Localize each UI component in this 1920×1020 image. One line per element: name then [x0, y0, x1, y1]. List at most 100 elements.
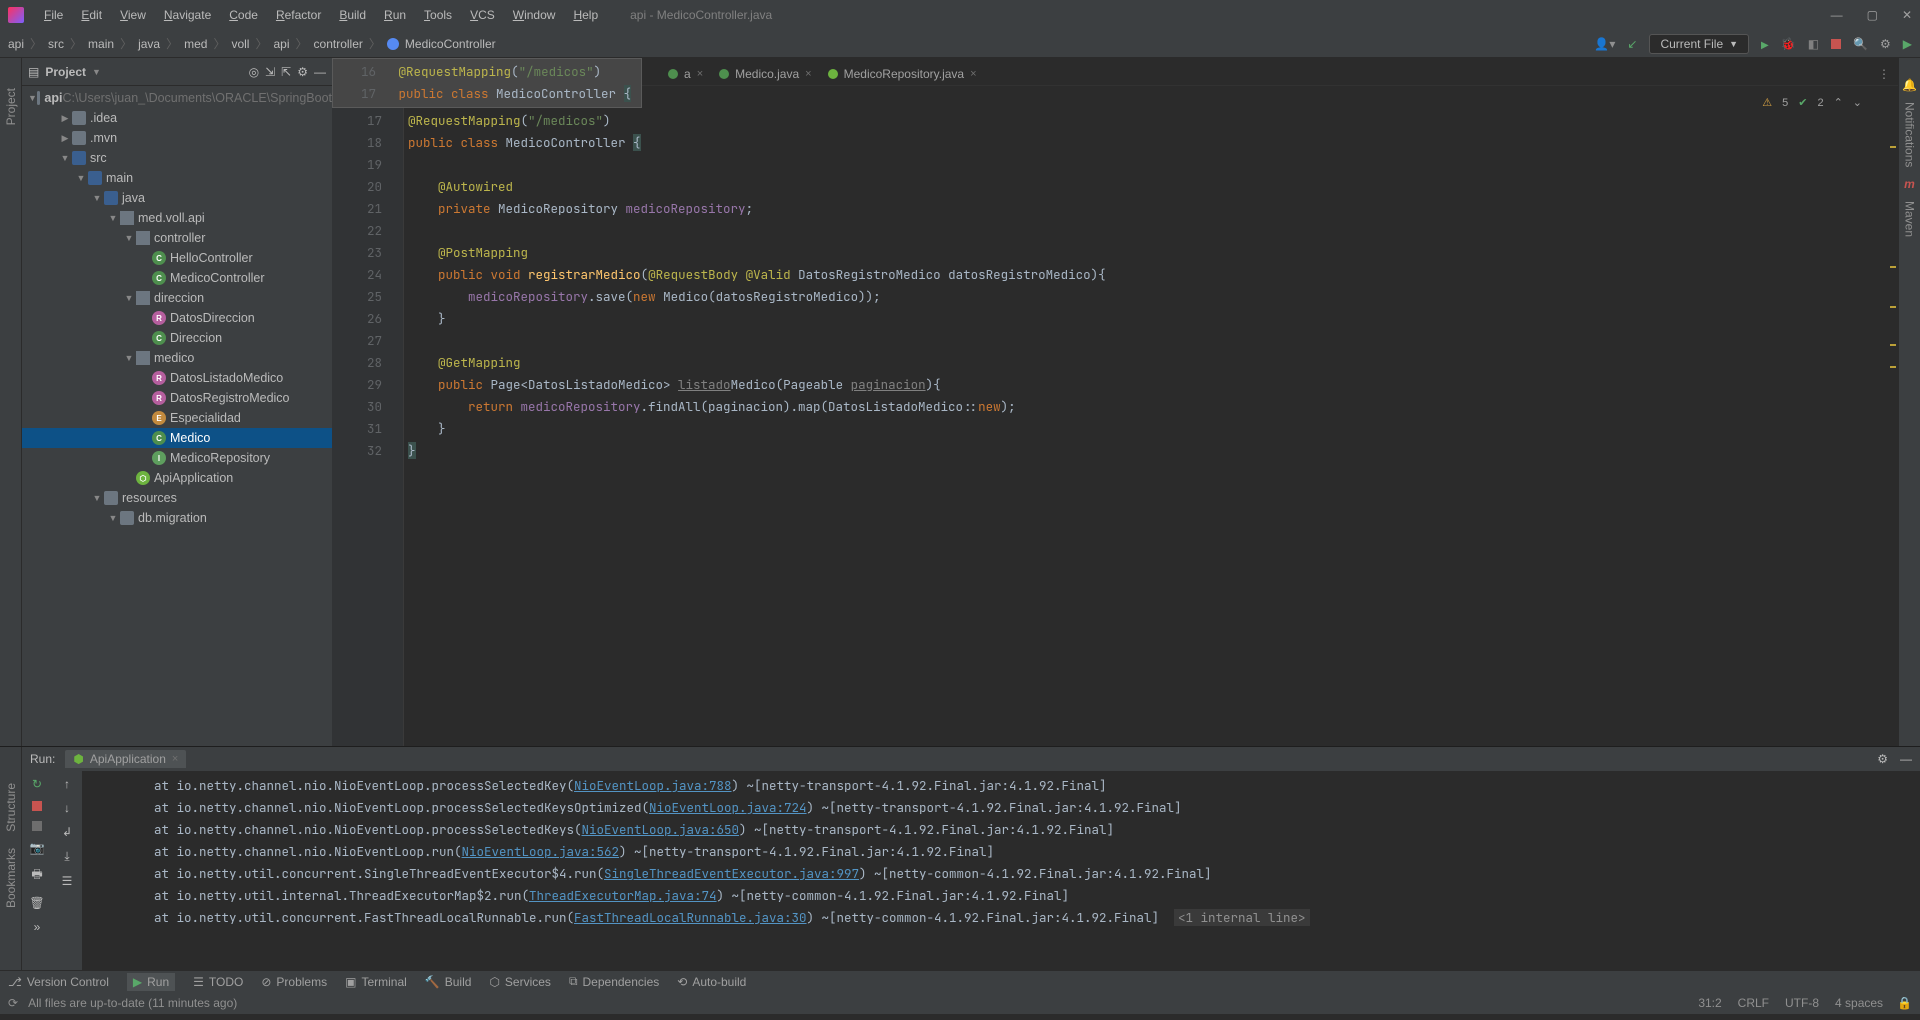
breadcrumb-item[interactable]: main [88, 37, 114, 51]
expand-arrow-icon[interactable]: ▼ [106, 213, 120, 223]
tool-version-control[interactable]: ⎇Version Control [8, 975, 109, 989]
expand-arrow-icon[interactable]: ▶ [58, 133, 72, 144]
tree-node[interactable]: ▼resources [22, 488, 332, 508]
project-tool-tab[interactable]: Project [2, 78, 20, 135]
fold-column[interactable] [390, 86, 404, 746]
maximize-icon[interactable]: ▢ [1867, 8, 1878, 22]
close-icon[interactable]: ✕ [1902, 8, 1912, 22]
tree-node[interactable]: RDatosDireccion [22, 308, 332, 328]
breadcrumb-item[interactable]: voll [231, 37, 249, 51]
search-icon[interactable]: 🔍 [1853, 37, 1868, 51]
menu-window[interactable]: Window [505, 4, 564, 26]
tree-node[interactable]: ▼direccion [22, 288, 332, 308]
run-icon[interactable] [1761, 37, 1769, 51]
filter-icon[interactable]: ☰ [62, 874, 73, 888]
stack-link[interactable]: FastThreadLocalRunnable.java:30 [574, 909, 807, 926]
bell-icon[interactable]: 🔔 [1902, 78, 1917, 92]
tool-services[interactable]: ⬡Services [489, 975, 551, 989]
tree-node[interactable]: ▼controller [22, 228, 332, 248]
tree-node[interactable]: ⬡ApiApplication [22, 468, 332, 488]
breadcrumb-item[interactable]: api [274, 37, 290, 51]
expand-arrow-icon[interactable]: ▼ [106, 513, 120, 523]
exit-icon[interactable] [32, 821, 42, 831]
structure-tab[interactable]: Structure [2, 777, 20, 838]
tree-node[interactable]: ▼java [22, 188, 332, 208]
expand-arrow-icon[interactable] [138, 393, 152, 403]
tree-node[interactable]: EEspecialidad [22, 408, 332, 428]
tool-terminal[interactable]: ▣Terminal [345, 975, 407, 989]
menu-view[interactable]: View [112, 4, 154, 26]
tree-node[interactable]: CHelloController [22, 248, 332, 268]
hide-icon[interactable]: — [314, 65, 326, 79]
maven-icon[interactable]: m [1904, 177, 1915, 191]
tool-auto-build[interactable]: ⟲Auto-build [677, 975, 746, 989]
print-icon[interactable]: 🖶 [31, 865, 42, 886]
breadcrumb-item[interactable]: controller [314, 37, 363, 51]
chevron-down-icon[interactable]: ▼ [92, 67, 101, 77]
inspection-widget[interactable]: ⚠5 ✔2 ⌃ ⌄ [1762, 96, 1862, 109]
menu-file[interactable]: File [36, 4, 71, 26]
debug-icon[interactable]: 🐞 [1781, 37, 1796, 51]
tree-node[interactable]: ▼db.migration [22, 508, 332, 528]
project-tree[interactable]: ▼api C:\Users\juan_\Documents\ORACLE\Spr… [22, 86, 332, 746]
stop-icon[interactable] [32, 801, 42, 811]
expand-arrow-icon[interactable]: ▼ [58, 153, 72, 163]
minimize-icon[interactable]: — [1831, 8, 1843, 22]
editor-tab[interactable]: Medico.java× [711, 63, 819, 85]
more-icon[interactable]: » [34, 920, 41, 934]
expand-arrow-icon[interactable] [138, 433, 152, 443]
stack-link[interactable]: ThreadExecutorMap.java:74 [529, 887, 717, 904]
expand-arrow-icon[interactable] [138, 253, 152, 263]
gear-icon[interactable]: ⚙ [297, 65, 308, 79]
expand-arrow-icon[interactable] [138, 273, 152, 283]
close-tab-icon[interactable]: × [805, 68, 811, 80]
tree-node[interactable]: ▶.idea [22, 108, 332, 128]
gutter[interactable]: 1617181920212223242526272829303132 [332, 86, 390, 746]
tree-node[interactable]: ▼main [22, 168, 332, 188]
tree-root[interactable]: ▼api C:\Users\juan_\Documents\ORACLE\Spr… [22, 88, 332, 108]
rerun-icon[interactable]: ↻ [32, 777, 42, 791]
tool-todo[interactable]: ☰TODO [193, 975, 243, 989]
breadcrumb-item[interactable]: MedicoController [405, 37, 496, 51]
tree-node[interactable]: IMedicoRepository [22, 448, 332, 468]
expand-arrow-icon[interactable] [122, 473, 136, 483]
stack-link[interactable]: NioEventLoop.java:788 [574, 777, 732, 794]
collapse-icon[interactable]: ⇱ [281, 65, 291, 79]
close-tab-icon[interactable]: × [172, 753, 178, 765]
menu-build[interactable]: Build [331, 4, 374, 26]
stack-link[interactable]: NioEventLoop.java:724 [649, 799, 807, 816]
stack-link[interactable]: SingleThreadEventExecutor.java:997 [604, 865, 859, 882]
tree-node[interactable]: CMedicoController [22, 268, 332, 288]
expand-arrow-icon[interactable]: ▼ [74, 173, 88, 183]
soft-wrap-icon[interactable]: ↲ [62, 825, 72, 839]
expand-icon[interactable]: ⇲ [265, 65, 275, 79]
menu-tools[interactable]: Tools [416, 4, 460, 26]
tool-build[interactable]: 🔨Build [425, 975, 472, 989]
tree-node[interactable]: ▶.mvn [22, 128, 332, 148]
user-icon[interactable]: 👤▾ [1594, 37, 1615, 51]
tab-menu-icon[interactable]: ⋮ [1870, 63, 1898, 85]
tree-node[interactable]: RDatosListadoMedico [22, 368, 332, 388]
expand-arrow-icon[interactable] [138, 413, 152, 423]
expand-arrow-icon[interactable]: ▼ [122, 293, 136, 303]
status-cell[interactable]: 4 spaces [1835, 996, 1883, 1010]
run-tab[interactable]: ⬢ ApiApplication × [65, 750, 186, 768]
menu-refactor[interactable]: Refactor [268, 4, 329, 26]
breadcrumb-item[interactable]: src [48, 37, 64, 51]
stack-link[interactable]: NioEventLoop.java:562 [462, 843, 620, 860]
breadcrumb-item[interactable]: java [138, 37, 160, 51]
tree-node[interactable]: ▼med.voll.api [22, 208, 332, 228]
expand-arrow-icon[interactable]: ▼ [122, 233, 136, 243]
up-icon[interactable]: ↑ [64, 777, 70, 791]
tree-node[interactable]: CDireccion [22, 328, 332, 348]
maven-tab[interactable]: Maven [1901, 191, 1919, 247]
tree-node[interactable]: ▼src [22, 148, 332, 168]
menu-run[interactable]: Run [376, 4, 414, 26]
tool-problems[interactable]: ⊘Problems [261, 975, 327, 989]
tool-run[interactable]: ▶Run [127, 973, 175, 991]
code-editor[interactable]: @RequestMapping("/medicos") public class… [404, 86, 1886, 746]
expand-arrow-icon[interactable]: ▼ [122, 353, 136, 363]
stop-icon[interactable] [1831, 39, 1841, 49]
notifications-tab[interactable]: Notifications [1901, 92, 1919, 177]
menu-code[interactable]: Code [221, 4, 266, 26]
